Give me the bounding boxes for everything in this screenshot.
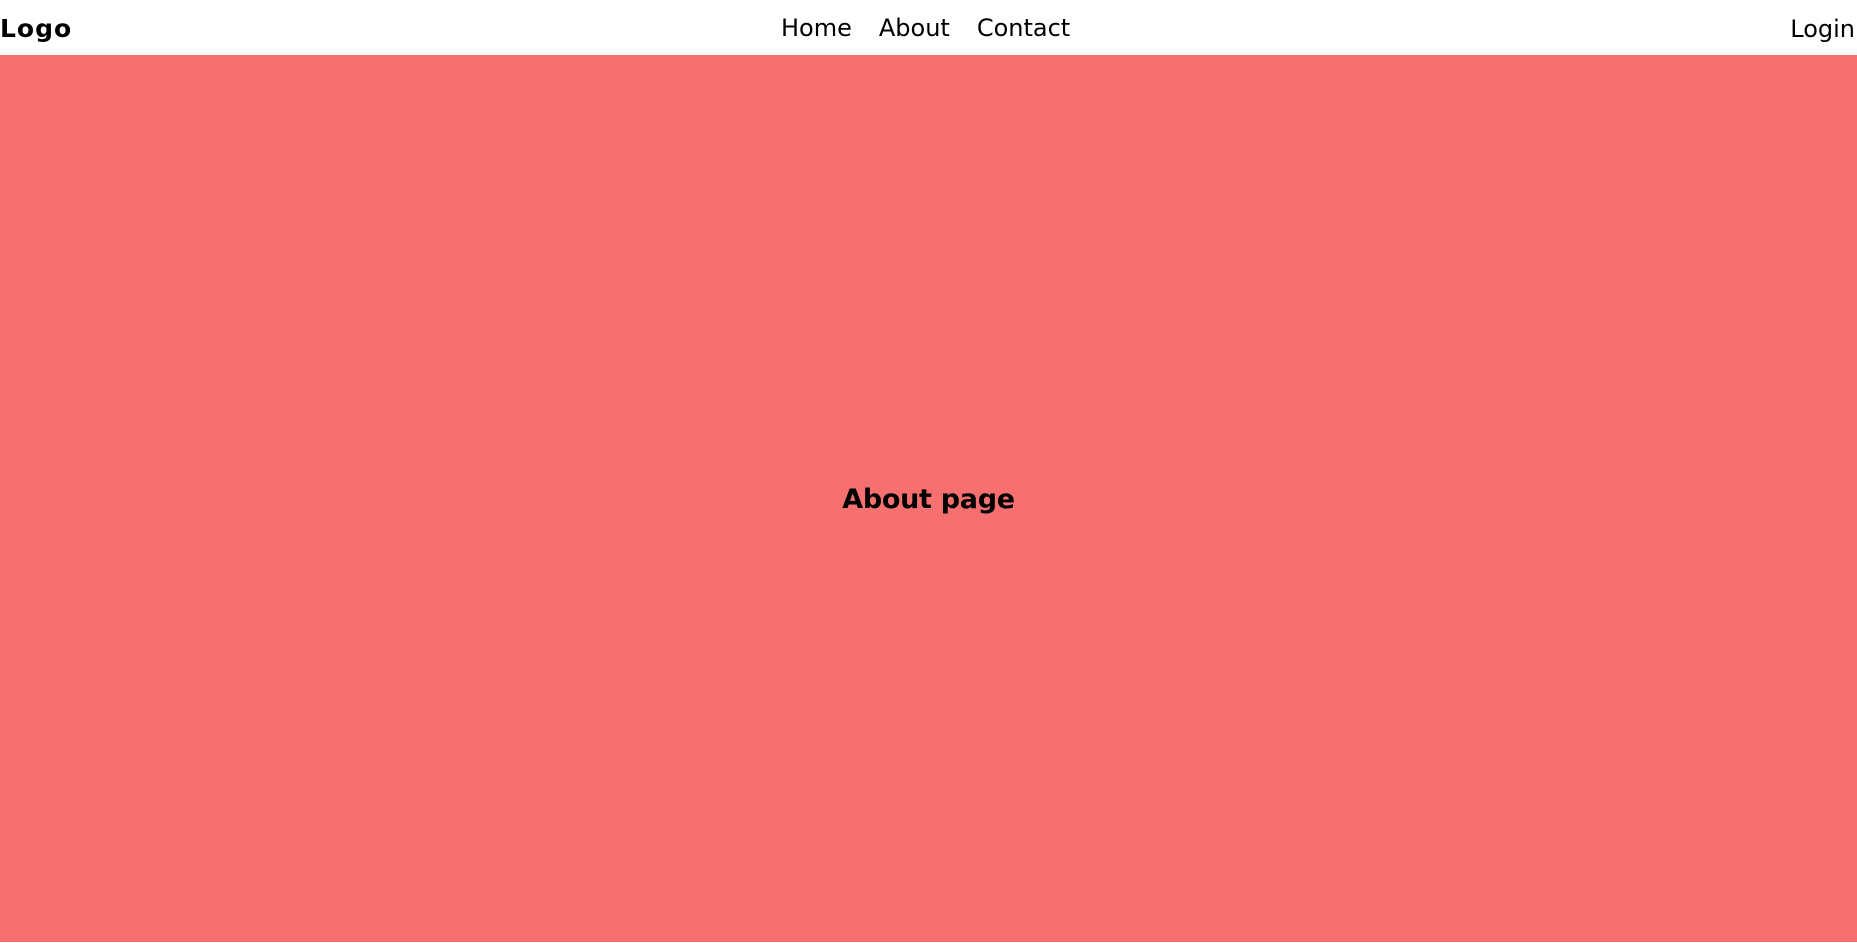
nav-link-about[interactable]: About [879, 0, 950, 57]
hero-section: About page [0, 55, 1857, 943]
page-title: About page [842, 483, 1015, 515]
nav-link-home[interactable]: Home [781, 0, 852, 57]
logo[interactable]: Logo [0, 0, 72, 55]
login-link[interactable]: Login [1790, 0, 1855, 55]
nav-links: Home About Contact [781, 0, 1070, 55]
navbar: Logo Home About Contact Login [0, 0, 1857, 55]
nav-link-contact[interactable]: Contact [977, 0, 1070, 57]
